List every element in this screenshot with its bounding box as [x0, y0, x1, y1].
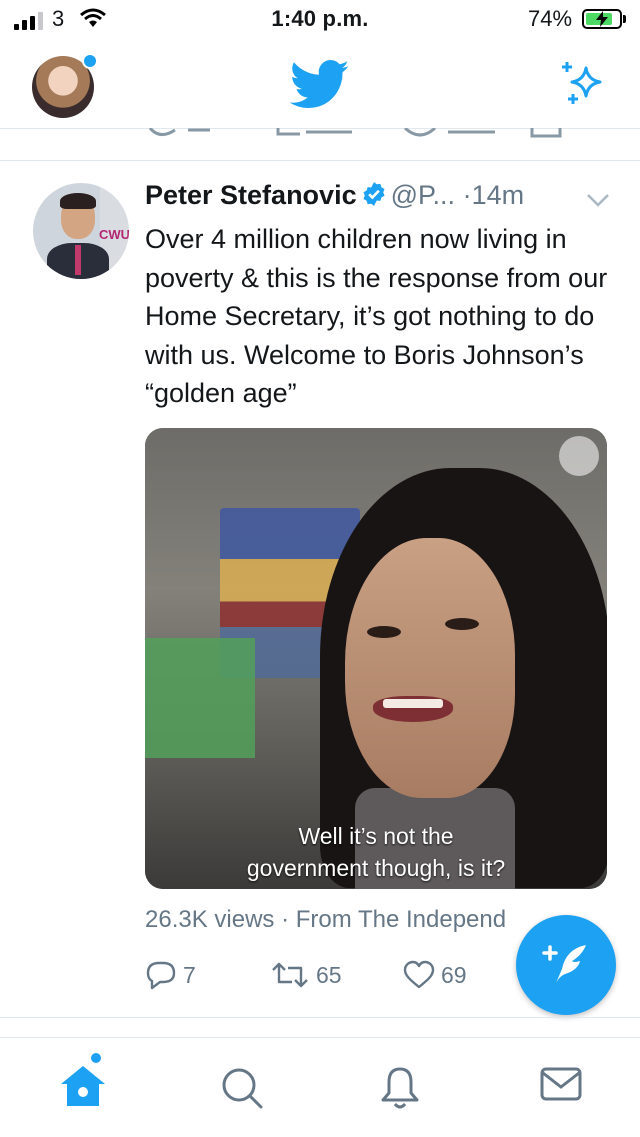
- previous-tweet-actions: [148, 128, 562, 138]
- battery-tip: [623, 15, 626, 23]
- video-subtitle-line-2: government though, is it?: [246, 855, 506, 881]
- chevron-down-icon[interactable]: [586, 192, 610, 208]
- top-nav-bar: [0, 40, 640, 128]
- author-avatar[interactable]: CWU: [33, 183, 129, 279]
- like-count: 69: [441, 961, 467, 988]
- reply-icon: [146, 961, 176, 990]
- mail-icon[interactable]: [540, 1066, 582, 1102]
- retweet-icon: [272, 962, 308, 988]
- tweet-video[interactable]: Well it’s not the government though, is …: [145, 428, 607, 889]
- home-icon[interactable]: [57, 1062, 109, 1110]
- sparkle-icon[interactable]: [558, 60, 608, 108]
- twitter-bird-icon: [290, 60, 349, 108]
- home-unread-dot: [91, 1053, 101, 1063]
- separator-dot: ·: [462, 180, 472, 210]
- status-bar: 3 1:40 p.m. 74%: [0, 0, 640, 40]
- bell-icon[interactable]: [380, 1066, 420, 1110]
- heart-icon: [403, 960, 435, 989]
- video-subtitle-line-1: Well it’s not the: [298, 823, 454, 849]
- verified-badge-icon: [363, 182, 385, 206]
- search-icon[interactable]: [220, 1066, 264, 1110]
- retweet-count: 65: [316, 961, 342, 988]
- bottom-tab-bar: [0, 1037, 640, 1137]
- feed-divider: [0, 1017, 640, 1018]
- views-line: 26.3K views · From The Independ: [145, 906, 507, 933]
- tweet-header: Peter Stefanovic @P... ·14m: [145, 180, 524, 211]
- battery-percent: 74%: [528, 6, 573, 31]
- publisher-logo-icon: [559, 436, 599, 476]
- author-handle[interactable]: @P...: [391, 180, 455, 210]
- battery-icon: [582, 9, 622, 29]
- compose-feather-icon: [542, 945, 586, 983]
- author-name[interactable]: Peter Stefanovic: [145, 180, 357, 210]
- tweet-text: Over 4 million children now living in po…: [145, 224, 608, 408]
- like-button[interactable]: 69: [403, 960, 467, 990]
- tweet-time: 14m: [471, 180, 525, 210]
- compose-tweet-button[interactable]: [516, 915, 616, 1015]
- reply-count: 7: [183, 961, 196, 988]
- tweet-divider: [0, 160, 640, 161]
- reply-button[interactable]: 7: [145, 960, 196, 990]
- unread-dot: [82, 53, 98, 69]
- retweet-button[interactable]: 65: [270, 960, 342, 990]
